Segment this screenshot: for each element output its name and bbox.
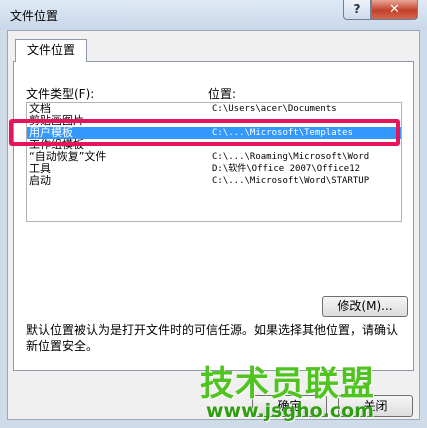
watermark-text: 技术员联盟 [200, 364, 375, 404]
help-button[interactable]: ? [343, 0, 371, 20]
trusted-location-note: 默认位置被认为是打开文件时的可信任源。如果选择其他位置，请确认新位置安全。 [26, 323, 399, 353]
list-item-type: 启动 [29, 174, 51, 187]
list-item[interactable]: 启动 C:\...\Microsoft\Word\STARTUP [27, 175, 401, 187]
title-bar: 文件位置 ? ✕ [0, 0, 427, 30]
list-item[interactable]: 工具 D:\软件\Office 2007\Office12 [27, 163, 401, 175]
file-location-list[interactable]: 文档 C:\Users\acer\Documents 剪贴画图片 用户模板 C:… [26, 102, 402, 222]
tab-panel: 文件类型(F): 位置: 文档 C:\Users\acer\Documents … [13, 61, 414, 371]
tab-file-locations[interactable]: 文件位置 [15, 39, 87, 62]
list-item-location: C:\...\Microsoft\Templates [212, 128, 353, 138]
location-label: 位置: [208, 87, 237, 101]
watermark-url: www.jsgho.com [206, 400, 374, 422]
watermark: 技术员联盟 www.jsgho.com [200, 356, 420, 428]
list-item[interactable]: 剪贴画图片 [27, 115, 401, 127]
list-item-location: C:\Users\acer\Documents [212, 104, 337, 114]
close-button[interactable]: ✕ [371, 0, 418, 20]
list-item-location: D:\软件\Office 2007\Office12 [212, 164, 361, 174]
close-icon: ✕ [389, 2, 400, 17]
modify-button[interactable]: 修改(M)... [322, 296, 408, 317]
help-icon: ? [353, 2, 361, 16]
window-title: 文件位置 [10, 9, 59, 23]
list-item-location: C:\...\Roaming\Microsoft\Word [212, 152, 370, 162]
file-type-label: 文件类型(F): [26, 87, 95, 101]
list-item-location: C:\...\Microsoft\Word\STARTUP [212, 176, 370, 186]
list-item[interactable]: “自动恢复”文件 C:\...\Roaming\Microsoft\Word [27, 151, 401, 163]
